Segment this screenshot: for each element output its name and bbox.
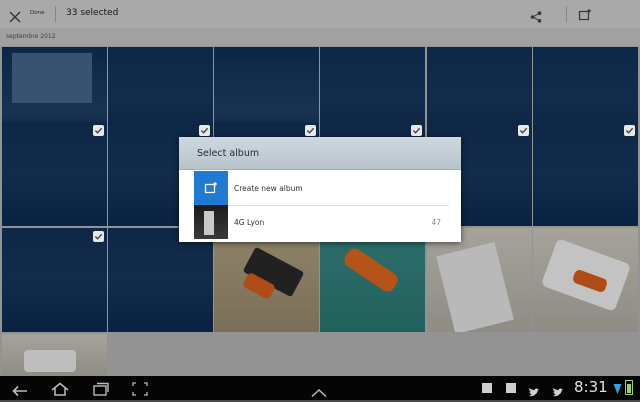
- album-count: 47: [431, 217, 441, 227]
- app-notification-icon[interactable]: [482, 383, 492, 393]
- select-album-dialog: Select album Create new album 4G Lyon 47: [179, 137, 461, 242]
- wifi-signal-icon: [613, 381, 622, 395]
- twitter-icon[interactable]: [528, 383, 540, 397]
- album-thumbnail: [194, 205, 228, 239]
- check-icon: [93, 231, 104, 242]
- screenshot-icon[interactable]: [132, 381, 148, 396]
- create-new-album-label: Create new album: [234, 183, 303, 193]
- check-icon: [518, 125, 529, 136]
- album-item-4g-lyon[interactable]: 4G Lyon 47: [194, 205, 461, 239]
- clock-time[interactable]: 8:31: [574, 378, 608, 396]
- check-icon: [199, 125, 210, 136]
- check-icon: [411, 125, 422, 136]
- dialog-title: Select album: [179, 137, 461, 170]
- recent-apps-icon[interactable]: [92, 381, 110, 396]
- check-icon: [624, 125, 635, 136]
- check-icon: [93, 125, 104, 136]
- create-album-icon: [194, 171, 228, 205]
- system-nav-bar: 8:31: [0, 376, 640, 400]
- twitter-icon[interactable]: [552, 383, 564, 397]
- check-icon: [305, 125, 316, 136]
- back-icon[interactable]: [11, 382, 29, 397]
- battery-level: [627, 384, 631, 393]
- album-name: 4G Lyon: [234, 217, 265, 227]
- home-icon[interactable]: [50, 381, 70, 396]
- battery-icon: [625, 380, 633, 395]
- photo-content: [204, 211, 214, 235]
- facebook-icon[interactable]: [506, 383, 516, 393]
- create-new-album-item[interactable]: Create new album: [194, 171, 461, 205]
- chevron-up-icon[interactable]: [310, 383, 328, 398]
